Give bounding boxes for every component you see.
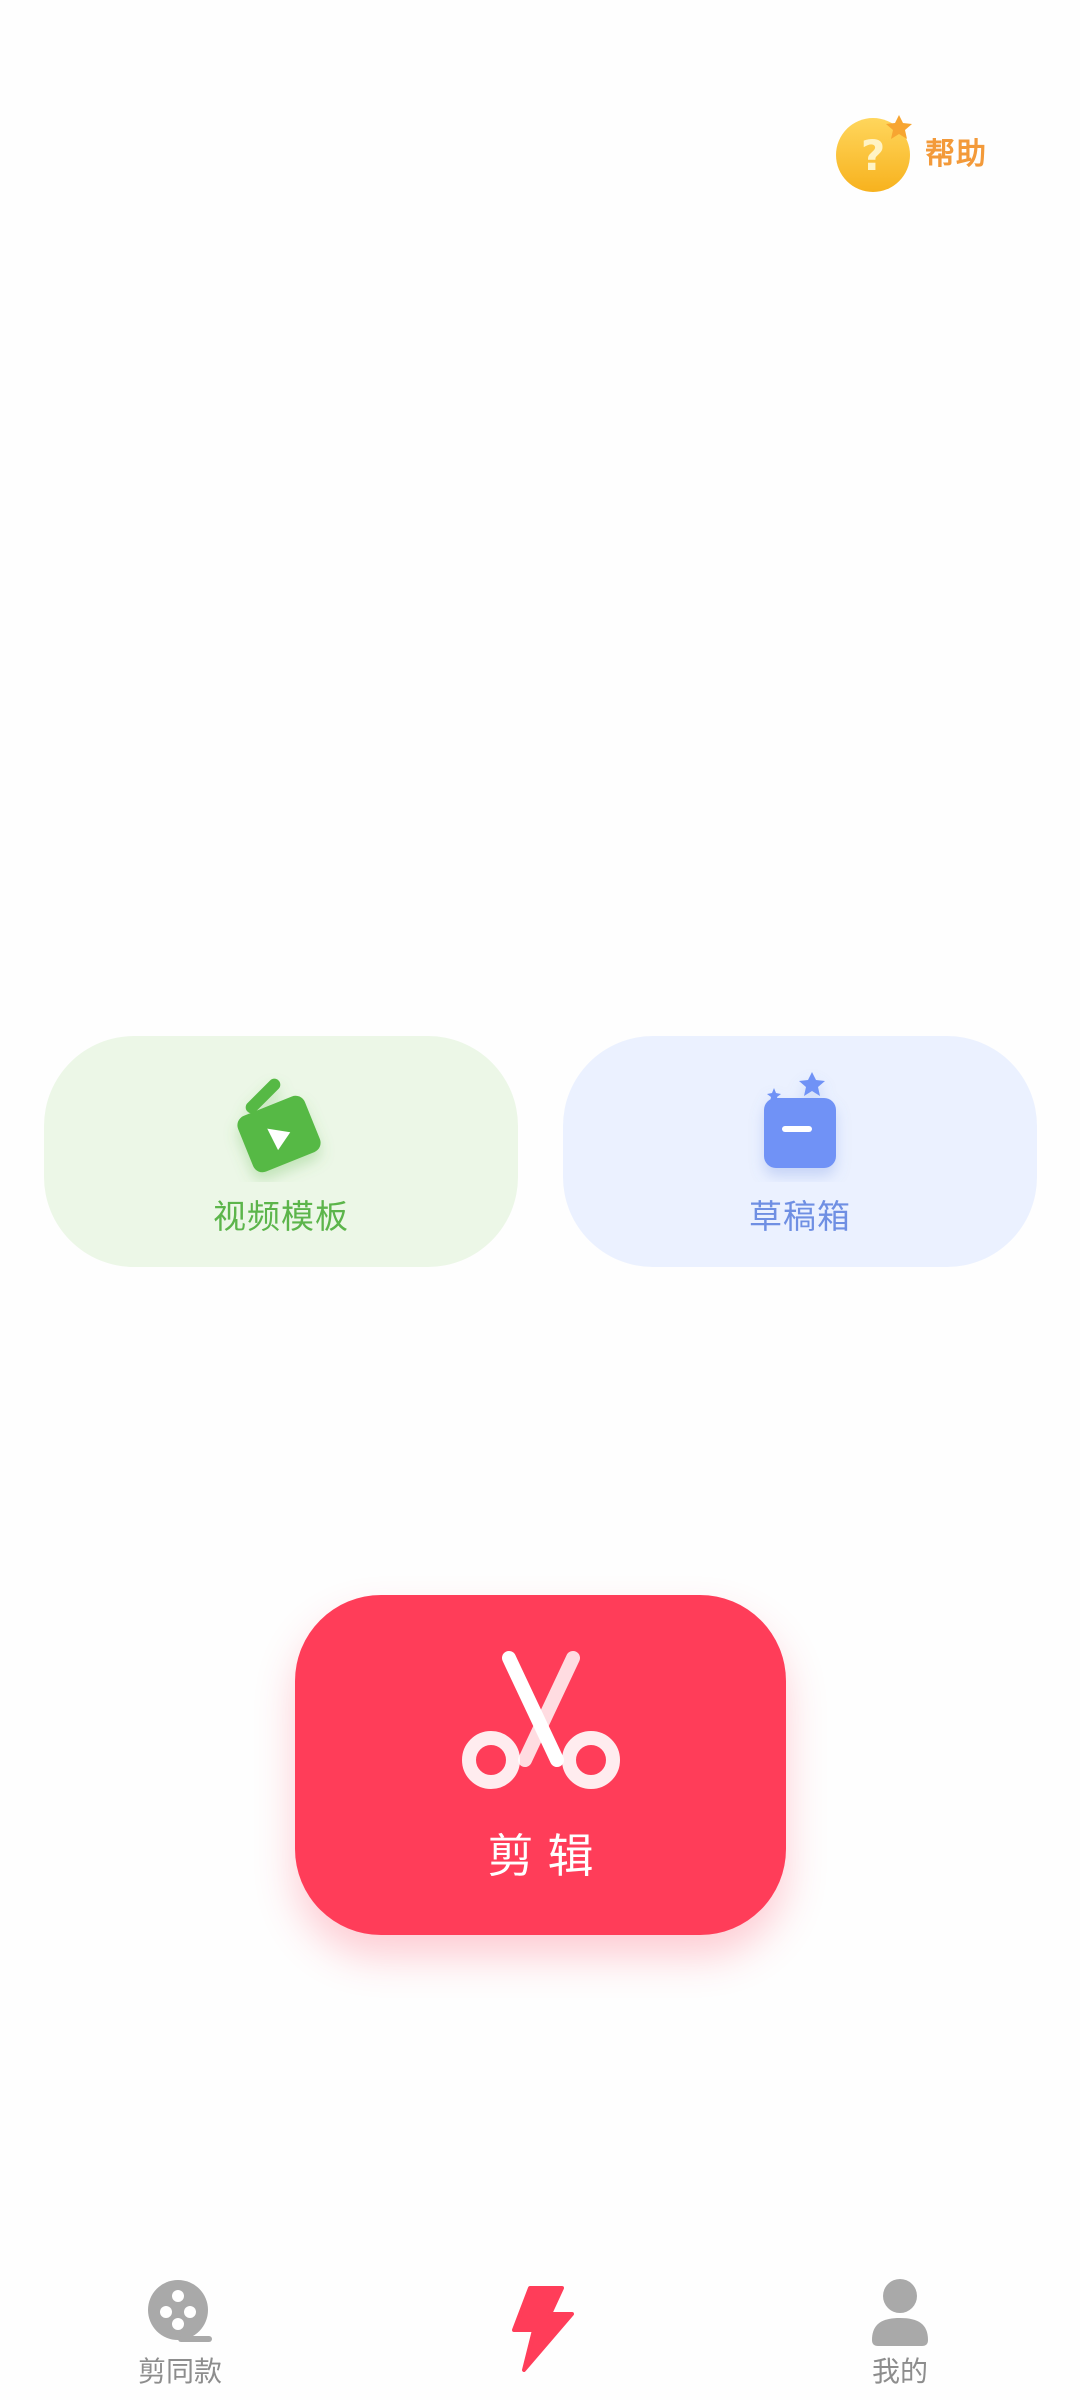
drafts-label: 草稿箱 [749,1197,851,1236]
edit-button[interactable]: 剪辑 [295,1595,786,1935]
tab-same-style-label: 剪同款 [137,2355,222,2388]
scissors-icon [461,1651,620,1789]
bottom-tab-bar: 剪同款 我的 [0,2260,1080,2400]
help-label: 帮助 [925,137,987,172]
video-templates-label: 视频模板 [213,1197,349,1236]
tab-mine-label: 我的 [871,2355,928,2388]
help-button[interactable]: ? 帮助 [833,105,998,197]
tab-same-style[interactable]: 剪同款 [80,2276,280,2390]
question-mark-icon: ? [836,115,912,192]
svg-text:?: ? [861,131,885,180]
edit-label: 剪辑 [487,1829,608,1883]
app-screen: ? 帮助 视频模板 草稿箱 剪辑 剪同款 我的 [0,0,1080,2400]
draft-box-icon [764,1072,836,1168]
video-clapper-icon [237,1078,321,1173]
tab-create[interactable] [440,2276,640,2372]
tab-mine[interactable]: 我的 [800,2276,1000,2390]
video-templates-card[interactable]: 视频模板 [44,1036,518,1267]
film-reel-icon [148,2280,212,2342]
person-icon [872,2279,928,2346]
drafts-card[interactable]: 草稿箱 [563,1036,1037,1267]
lightning-icon [512,2286,574,2372]
